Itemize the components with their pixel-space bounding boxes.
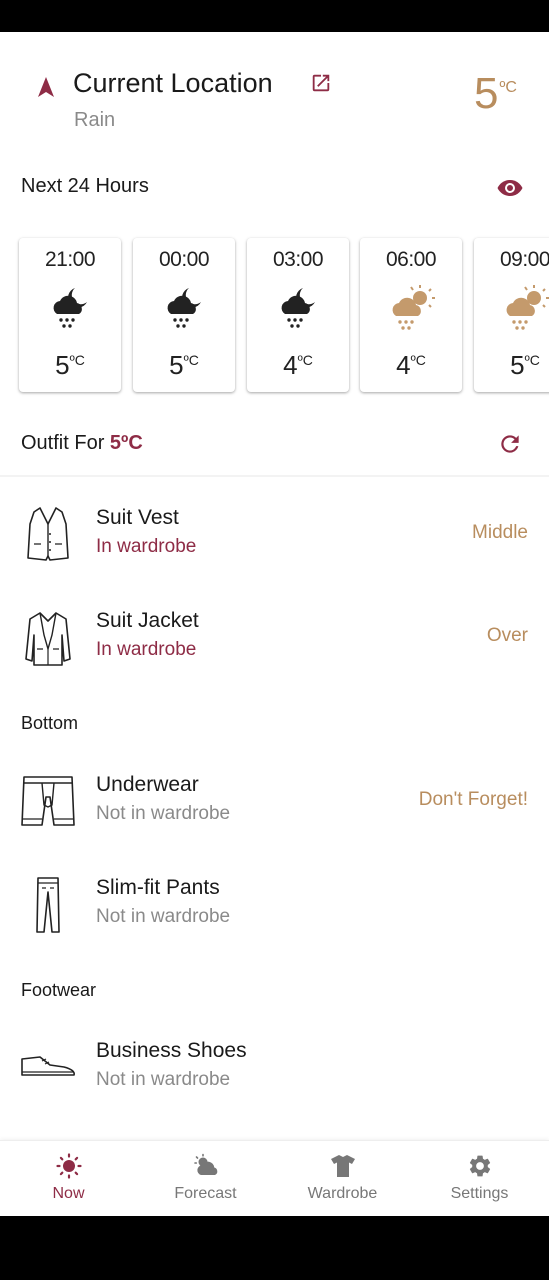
list-item-suit-jacket[interactable]: Suit Jacket In wardrobe Over	[0, 609, 549, 699]
item-name: Business Shoes	[96, 1039, 247, 1062]
list-item-slim-fit-pants[interactable]: Slim-fit Pants Not in wardrobe	[0, 876, 549, 966]
item-name: Slim-fit Pants	[96, 876, 220, 899]
nav-settings[interactable]: Settings	[411, 1141, 548, 1216]
item-layer: Over	[486, 625, 528, 646]
item-status: In wardrobe	[96, 536, 197, 557]
day-rain-icon	[392, 285, 435, 330]
cloud-sun-icon	[193, 1153, 217, 1175]
list-item-business-shoes[interactable]: Business Shoes Not in wardrobe	[0, 1039, 549, 1129]
eye-icon[interactable]	[496, 178, 524, 198]
hour-temperature: 5ºC	[55, 350, 85, 380]
refresh-icon[interactable]	[497, 431, 523, 457]
item-status: Not in wardrobe	[96, 906, 231, 927]
hour-card[interactable]: 06:00 4ºC	[360, 238, 462, 392]
location-title[interactable]: Current Location	[73, 68, 273, 99]
nav-forecast[interactable]: Forecast	[137, 1141, 274, 1216]
hour-temperature: 5ºC	[510, 350, 540, 380]
hour-time: 03:00	[272, 248, 324, 271]
nav-wardrobe[interactable]: Wardrobe	[274, 1141, 411, 1216]
item-name: Underwear	[96, 773, 199, 796]
tshirt-icon	[330, 1155, 355, 1177]
app-screen: Current Location Rain 5ºC Next 24 Hours …	[0, 32, 549, 1216]
gear-icon	[469, 1155, 490, 1177]
night-rain-icon	[167, 288, 201, 328]
hour-card[interactable]: 09:00 5ºC	[474, 238, 549, 392]
nav-label: Now	[52, 1185, 85, 1202]
hour-time: 21:00	[44, 248, 96, 271]
item-name: Suit Jacket	[96, 609, 199, 632]
item-name: Suit Vest	[96, 506, 179, 529]
sun-icon	[55, 1153, 82, 1179]
night-rain-icon	[53, 288, 87, 328]
vest-icon	[27, 507, 69, 561]
pants-icon	[36, 877, 60, 933]
category-footwear-title: Footwear	[21, 980, 97, 1000]
nav-label: Wardrobe	[307, 1185, 378, 1202]
hourly-forecast-strip[interactable]: 21:00 5ºC 00:00 5ºC 03:00 4ºC 06:00 4ºC …	[0, 232, 549, 402]
hour-card[interactable]: 00:00 5ºC	[133, 238, 235, 392]
list-item-underwear[interactable]: Underwear Not in wardrobe Don't Forget!	[0, 773, 549, 863]
hour-temperature: 5ºC	[169, 350, 199, 380]
weather-condition: Rain	[74, 109, 116, 131]
hour-card[interactable]: 21:00 5ºC	[19, 238, 121, 392]
current-temperature: 5ºC	[474, 69, 517, 118]
outfit-temperature: 5ºC	[109, 432, 143, 454]
bottom-navigation: Now Forecast Wardrobe Settings	[0, 1140, 549, 1216]
nav-now[interactable]: Now	[0, 1141, 137, 1216]
item-status: In wardrobe	[96, 639, 197, 660]
next-24-hours-title: Next 24 Hours	[21, 175, 149, 197]
hour-temperature: 4ºC	[283, 350, 313, 380]
open-external-icon[interactable]	[310, 72, 332, 94]
item-status: Not in wardrobe	[96, 803, 231, 824]
navigation-arrow-icon	[38, 77, 54, 97]
outfit-title: Outfit For 5ºC	[21, 432, 143, 454]
divider	[0, 475, 549, 477]
night-rain-icon	[281, 288, 315, 328]
day-rain-icon	[506, 285, 549, 330]
hour-card[interactable]: 03:00 4ºC	[247, 238, 349, 392]
item-layer: Middle	[472, 522, 528, 543]
nav-label: Forecast	[174, 1185, 237, 1202]
nav-label: Settings	[450, 1185, 509, 1202]
underwear-icon	[21, 776, 75, 826]
hour-time: 06:00	[385, 248, 437, 271]
jacket-icon	[25, 612, 71, 666]
hour-temperature: 4ºC	[396, 350, 426, 380]
item-status: Not in wardrobe	[96, 1069, 231, 1090]
hour-time: 00:00	[158, 248, 210, 271]
location-header: Current Location Rain 5ºC	[0, 32, 549, 172]
item-reminder: Don't Forget!	[418, 789, 528, 810]
category-bottom-title: Bottom	[21, 713, 79, 733]
shoe-icon	[21, 1056, 75, 1076]
hour-time: 09:00	[499, 248, 549, 271]
list-item-suit-vest[interactable]: Suit Vest In wardrobe Middle	[0, 506, 549, 596]
